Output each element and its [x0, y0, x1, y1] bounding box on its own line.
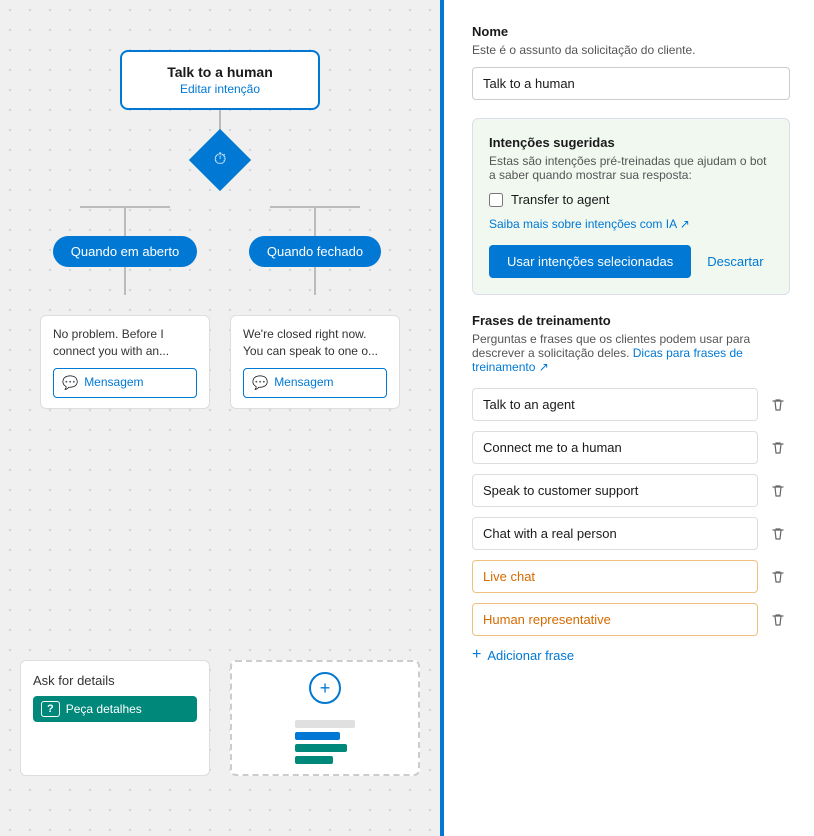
training-desc: Perguntas e frases que os clientes podem…	[472, 332, 790, 374]
use-intents-button[interactable]: Usar intenções selecionadas	[489, 245, 691, 278]
plus-icon: +	[472, 646, 481, 664]
phrase-delete-1[interactable]	[766, 436, 790, 460]
suggestions-btn-row: Usar intenções selecionadas Descartar	[489, 245, 773, 278]
tips-link[interactable]: Dicas para frases de treinamento ↗	[472, 346, 743, 374]
left-message-card: No problem. Before I connect you with an…	[40, 315, 210, 409]
detail-card-title: Ask for details	[33, 673, 197, 688]
phrase-delete-2[interactable]	[766, 479, 790, 503]
phrase-delete-4[interactable]	[766, 565, 790, 589]
phrase-input-0[interactable]	[472, 388, 758, 421]
left-v-line	[124, 208, 126, 236]
add-card[interactable]: +	[230, 660, 420, 776]
chat-icon-right: 💬	[252, 374, 268, 392]
phrase-delete-3[interactable]	[766, 522, 790, 546]
discard-button[interactable]: Descartar	[707, 254, 763, 269]
bottom-cards: Ask for details ? Peça detalhes +	[20, 660, 420, 776]
phrase-row	[472, 474, 790, 507]
transfer-agent-label: Transfer to agent	[511, 192, 610, 207]
intent-box[interactable]: Talk to a human Editar intenção	[120, 50, 320, 110]
right-branch: Quando fechado We're closed right now. Y…	[220, 182, 410, 409]
training-section: Frases de treinamento Perguntas e frases…	[472, 313, 790, 664]
branches-row: Quando em aberto No problem. Before I co…	[30, 182, 410, 409]
add-phrase-row[interactable]: + Adicionar frase	[472, 646, 790, 664]
diamond-icon: ⏱	[214, 151, 226, 169]
intent-subtitle[interactable]: Editar intenção	[146, 82, 294, 96]
left-message-text: No problem. Before I connect you with an…	[53, 327, 169, 358]
add-phrase-label: Adicionar frase	[487, 648, 574, 663]
left-message-footer[interactable]: 💬 Mensagem	[53, 368, 197, 398]
flow-wrapper: Talk to a human Editar intenção ⏱ Quando…	[0, 50, 440, 409]
detail-action-label: Peça detalhes	[66, 702, 142, 716]
phrase-row	[472, 603, 790, 636]
phrases-list	[472, 388, 790, 636]
mini-line-3	[295, 744, 347, 752]
name-desc: Este é o assunto da solicitação do clien…	[472, 43, 790, 57]
mini-line-1	[295, 720, 355, 728]
left-footer-label: Mensagem	[84, 374, 143, 391]
right-message-footer[interactable]: 💬 Mensagem	[243, 368, 387, 398]
suggestions-label: Intenções sugeridas	[489, 135, 773, 150]
right-v-line	[314, 208, 316, 236]
right-message-text: We're closed right now. You can speak to…	[243, 327, 378, 358]
phrase-input-1[interactable]	[472, 431, 758, 464]
transfer-agent-row: Transfer to agent	[489, 192, 773, 207]
add-circle-icon: +	[309, 672, 341, 704]
phrase-input-5[interactable]	[472, 603, 758, 636]
learn-more-link[interactable]: Saiba mais sobre intenções com IA ↗	[489, 217, 773, 231]
mini-preview	[295, 720, 355, 764]
phrase-row	[472, 560, 790, 593]
name-label: Nome	[472, 24, 790, 39]
right-panel: Nome Este é o assunto da solicitação do …	[444, 0, 814, 836]
phrase-row	[472, 517, 790, 550]
phrase-input-2[interactable]	[472, 474, 758, 507]
when-closed-button[interactable]: Quando fechado	[249, 236, 381, 267]
phrase-input-4[interactable]	[472, 560, 758, 593]
detail-card-action[interactable]: ? Peça detalhes	[33, 696, 197, 722]
suggestions-desc: Estas são intenções pré-treinadas que aj…	[489, 154, 773, 182]
detail-card[interactable]: Ask for details ? Peça detalhes	[20, 660, 210, 776]
phrase-row	[472, 431, 790, 464]
mini-line-4	[295, 756, 333, 764]
transfer-agent-checkbox[interactable]	[489, 193, 503, 207]
right-footer-label: Mensagem	[274, 374, 333, 391]
name-input[interactable]	[472, 67, 790, 100]
suggestions-section: Intenções sugeridas Estas são intenções …	[472, 118, 790, 295]
training-label: Frases de treinamento	[472, 313, 790, 328]
left-v-line2	[124, 267, 126, 295]
when-open-button[interactable]: Quando em aberto	[53, 236, 197, 267]
right-v-line2	[314, 267, 316, 295]
left-branch: Quando em aberto No problem. Before I co…	[30, 182, 220, 409]
phrase-delete-5[interactable]	[766, 608, 790, 632]
flow-diagram-panel: Talk to a human Editar intenção ⏱ Quando…	[0, 0, 440, 836]
mini-line-2	[295, 732, 340, 740]
phrase-delete-0[interactable]	[766, 393, 790, 417]
chat-icon-left: 💬	[62, 374, 78, 392]
intent-title: Talk to a human	[146, 64, 294, 80]
name-section: Nome Este é o assunto da solicitação do …	[472, 24, 790, 100]
phrase-row	[472, 388, 790, 421]
right-message-card: We're closed right now. You can speak to…	[230, 315, 400, 409]
phrase-input-3[interactable]	[472, 517, 758, 550]
detail-action-icon: ?	[41, 701, 60, 717]
